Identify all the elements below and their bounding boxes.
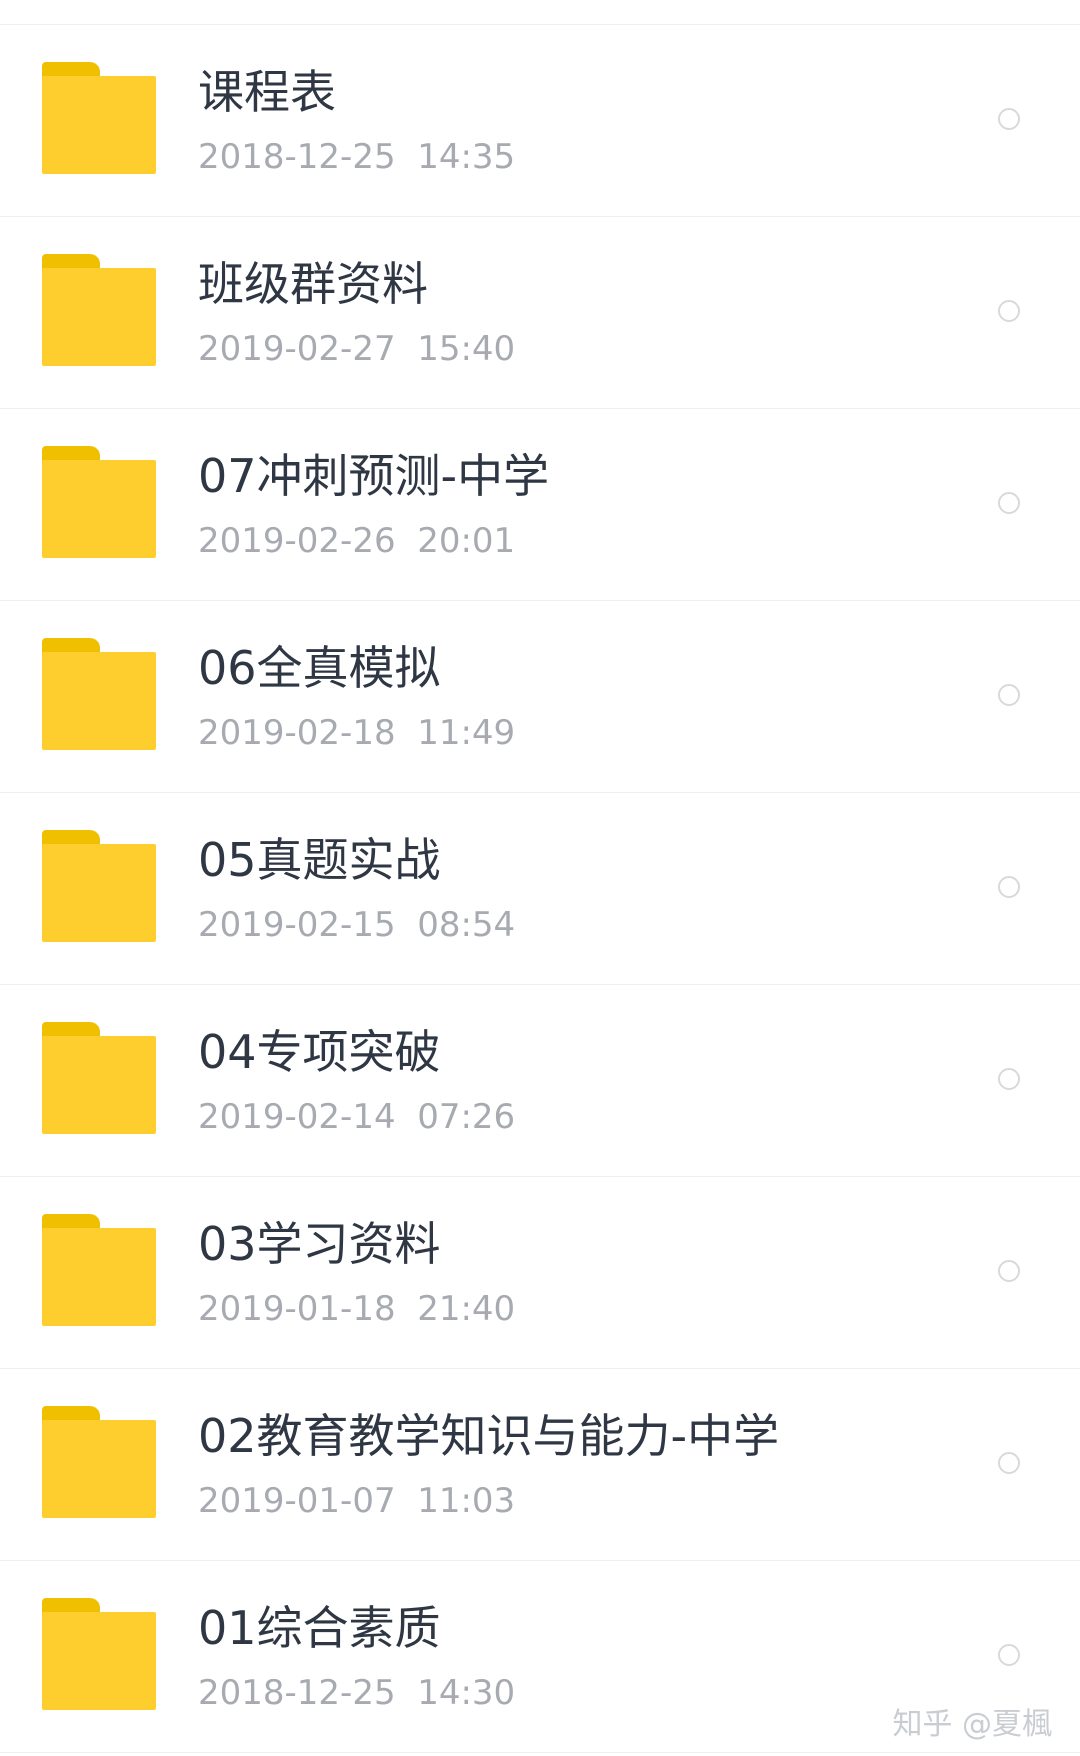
folder-icon <box>42 1214 156 1326</box>
folder-icon <box>42 446 156 558</box>
folder-icon <box>42 254 156 366</box>
folder-name: 课程表 <box>198 65 336 119</box>
folder-icon <box>42 62 156 174</box>
list-item[interactable]: 03学习资料 2019-01-18 21:40 <box>0 1177 1080 1369</box>
select-radio[interactable] <box>998 300 1020 322</box>
select-radio[interactable] <box>998 1068 1020 1090</box>
folder-name: 05真题实战 <box>198 833 441 887</box>
list-item[interactable]: 班级群资料 2019-02-27 15:40 <box>0 217 1080 409</box>
folder-name: 02教育教学知识与能力-中学 <box>198 1409 780 1463</box>
folder-icon <box>42 638 156 750</box>
folder-icon <box>42 1598 156 1710</box>
select-radio[interactable] <box>998 1644 1020 1666</box>
select-radio[interactable] <box>998 684 1020 706</box>
folder-date: 2018-12-25 14:35 <box>198 137 516 177</box>
select-radio[interactable] <box>998 492 1020 514</box>
folder-name: 班级群资料 <box>198 257 428 311</box>
select-radio[interactable] <box>998 108 1020 130</box>
folder-icon <box>42 1022 156 1134</box>
folder-icon <box>42 1406 156 1518</box>
folder-name: 03学习资料 <box>198 1217 441 1271</box>
watermark: 知乎 @夏楓 <box>892 1707 1052 1742</box>
folder-name: 07冲刺预测-中学 <box>198 449 550 503</box>
list-item[interactable]: 07冲刺预测-中学 2019-02-26 20:01 <box>0 409 1080 601</box>
folder-date: 2019-02-27 15:40 <box>198 329 516 369</box>
select-radio[interactable] <box>998 1260 1020 1282</box>
folder-name: 06全真模拟 <box>198 641 441 695</box>
folder-name: 01综合素质 <box>198 1601 441 1655</box>
list-item[interactable]: 06全真模拟 2019-02-18 11:49 <box>0 601 1080 793</box>
list-item[interactable]: 05真题实战 2019-02-15 08:54 <box>0 793 1080 985</box>
list-item[interactable]: 02教育教学知识与能力-中学 2019-01-07 11:03 <box>0 1369 1080 1561</box>
folder-list: 课程表 2018-12-25 14:35 班级群资料 2019-02-27 15… <box>0 24 1080 1753</box>
list-item[interactable]: 04专项突破 2019-02-14 07:26 <box>0 985 1080 1177</box>
select-radio[interactable] <box>998 1452 1020 1474</box>
folder-date: 2019-02-14 07:26 <box>198 1097 516 1137</box>
folder-date: 2018-12-25 14:30 <box>198 1673 516 1713</box>
select-radio[interactable] <box>998 876 1020 898</box>
folder-name: 04专项突破 <box>198 1025 441 1079</box>
folder-date: 2019-02-15 08:54 <box>198 905 516 945</box>
list-item[interactable]: 课程表 2018-12-25 14:35 <box>0 25 1080 217</box>
folder-icon <box>42 830 156 942</box>
folder-date: 2019-02-18 11:49 <box>198 713 516 753</box>
folder-date: 2019-01-07 11:03 <box>198 1481 516 1521</box>
folder-date: 2019-01-18 21:40 <box>198 1289 516 1329</box>
folder-date: 2019-02-26 20:01 <box>198 521 516 561</box>
